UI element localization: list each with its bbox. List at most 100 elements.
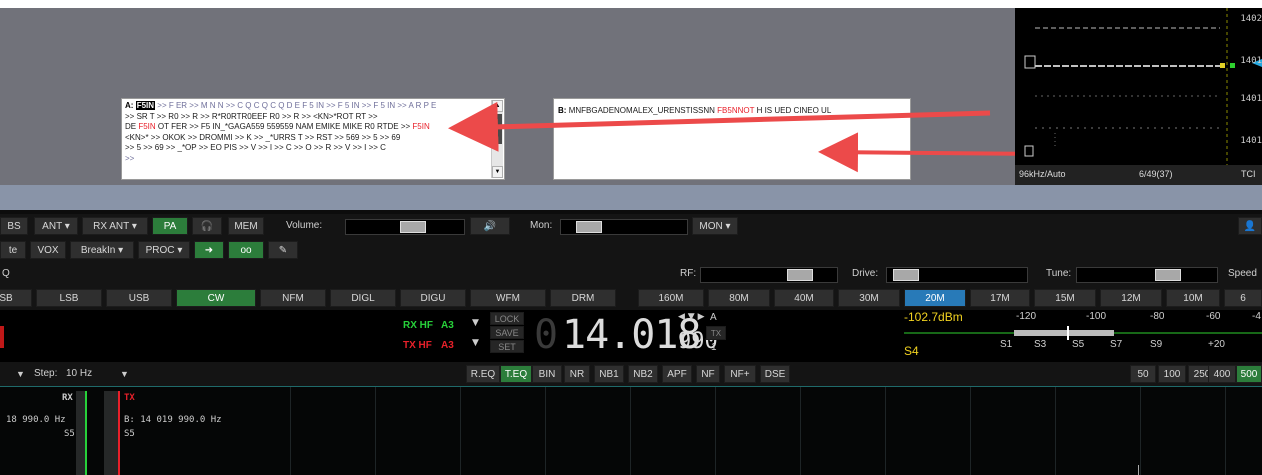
mem-button[interactable]: MEM — [228, 217, 264, 235]
dsp-apf[interactable]: APF — [662, 365, 692, 383]
panadapter-display[interactable]: 1402 1401 1401 1401 — [1015, 8, 1262, 165]
mode-wfm[interactable]: WFM — [470, 289, 546, 307]
pin-icon[interactable]: ✎ — [268, 241, 298, 259]
meter-plus20: +20 — [1208, 339, 1225, 350]
mode-sb[interactable]: SB — [0, 289, 32, 307]
meter-top-100: -100 — [1086, 311, 1107, 322]
spectrum-display[interactable]: RX TX 18 990.0 Hz S5 B: 14 019 990.0 Hz … — [0, 386, 1262, 475]
band-40m[interactable]: 40M — [774, 289, 834, 307]
tx-ant-dropdown-icon[interactable]: ▼ — [472, 338, 479, 348]
speed-label: Speed — [1228, 268, 1257, 279]
dsp-req[interactable]: R.EQ — [466, 365, 500, 383]
loop-icon[interactable]: ➜ — [194, 241, 224, 259]
band-20m[interactable]: 20M — [904, 289, 966, 307]
pan-counter: 6/49(37) — [1139, 169, 1173, 179]
step-dropdown-icon[interactable]: ▼ — [120, 365, 129, 383]
dsp-teq[interactable]: T.EQ — [500, 365, 532, 383]
band-30m[interactable]: 30M — [838, 289, 900, 307]
control-row-3: Q RF: Drive: Tune: Speed — [0, 262, 1262, 286]
set-button[interactable]: SET — [490, 340, 524, 353]
user-icon[interactable]: 👤 — [1238, 217, 1262, 235]
meter-s1: S1 — [1000, 339, 1013, 350]
mode-nfm[interactable]: NFM — [260, 289, 326, 307]
mute-button[interactable]: te — [0, 241, 26, 259]
save-button[interactable]: SAVE — [490, 326, 524, 339]
tape-icon[interactable]: oo — [228, 241, 264, 259]
mode-cw[interactable]: CW — [176, 289, 256, 307]
filter-500[interactable]: 500 — [1236, 365, 1262, 383]
mode-lsb[interactable]: LSB — [36, 289, 102, 307]
filter-400[interactable]: 400 — [1208, 365, 1236, 383]
dsp-dse[interactable]: DSE — [760, 365, 790, 383]
mon-slider[interactable] — [560, 219, 688, 235]
dsp-nb2[interactable]: NB2 — [628, 365, 658, 383]
volume-slider[interactable] — [345, 219, 465, 235]
speaker-icon[interactable]: 🔊 — [470, 217, 510, 235]
pan-tick-4: 1401 — [1240, 136, 1262, 146]
mon-dropdown[interactable]: MON — [692, 217, 738, 235]
mon-knob[interactable] — [576, 221, 602, 233]
step-arrow-icon[interactable]: ▼ — [16, 365, 25, 383]
rx-frequency: 18 990.0 Hz — [6, 415, 66, 425]
breakin-dropdown[interactable]: BreakIn — [70, 241, 134, 259]
meter-top-80: -80 — [1150, 311, 1165, 322]
dsp-nb1[interactable]: NB1 — [594, 365, 624, 383]
meter-dbm: -102.7dBm — [904, 310, 963, 324]
band-10m[interactable]: 10M — [1166, 289, 1220, 307]
band-15m[interactable]: 15M — [1034, 289, 1096, 307]
tx-passband — [104, 391, 118, 475]
vox-button[interactable]: VOX — [30, 241, 66, 259]
rf-slider[interactable] — [700, 267, 838, 283]
tune-slider[interactable] — [1076, 267, 1218, 283]
mode-drm[interactable]: DRM — [550, 289, 616, 307]
dsp-row: ▼ Step: 10 Hz ▼ R.EQ T.EQ BIN NR NB1 NB2… — [0, 362, 1262, 386]
control-row-1: BS ANT RX ANT PA 🎧 MEM Volume: 🔊 Mon: MO… — [0, 214, 1262, 238]
filter-50[interactable]: 50 — [1130, 365, 1156, 383]
tx-hf-label: TX HF — [403, 340, 432, 351]
ant-dropdown[interactable]: ANT — [34, 217, 78, 235]
headphones-icon[interactable]: 🎧 — [192, 217, 222, 235]
tx-badge[interactable]: TX — [706, 326, 726, 340]
band-160m[interactable]: 160M — [638, 289, 704, 307]
dsp-nr[interactable]: NR — [564, 365, 590, 383]
meter-s9: S9 — [1150, 339, 1163, 350]
meter-s5: S5 — [1072, 339, 1085, 350]
pan-tick-3: 1401 — [1240, 94, 1262, 104]
band-6m[interactable]: 6 — [1224, 289, 1262, 307]
filter-100[interactable]: 100 — [1158, 365, 1186, 383]
rx-ant-dropdown[interactable]: RX ANT — [82, 217, 148, 235]
band-80m[interactable]: 80M — [708, 289, 770, 307]
rf-label: RF: — [680, 268, 697, 279]
tx-marker[interactable] — [118, 391, 120, 475]
vfo-letter: A — [710, 312, 717, 323]
meter-s7: S7 — [1110, 339, 1123, 350]
mode-digl[interactable]: DIGL — [330, 289, 396, 307]
control-row-2: te VOX BreakIn PROC ➜ oo ✎ — [0, 238, 1262, 262]
band-12m[interactable]: 12M — [1100, 289, 1162, 307]
spectrum-tick — [1138, 465, 1139, 475]
dsp-bin[interactable]: BIN — [532, 365, 562, 383]
band-17m[interactable]: 17M — [970, 289, 1030, 307]
step-value[interactable]: 10 Hz — [66, 365, 92, 383]
tx-label: TX — [124, 393, 135, 403]
panadapter-trace — [1024, 8, 1262, 165]
rx-ant-dropdown-icon[interactable]: ▼ — [472, 318, 479, 328]
proc-dropdown[interactable]: PROC — [138, 241, 190, 259]
bs-button[interactable]: BS — [0, 217, 28, 235]
meter-s3: S3 — [1034, 339, 1047, 350]
tune-knob[interactable] — [1155, 269, 1181, 281]
dsp-nf[interactable]: NF — [696, 365, 720, 383]
drive-slider[interactable] — [886, 267, 1028, 283]
vfo-marker — [0, 326, 4, 348]
drive-knob[interactable] — [893, 269, 919, 281]
mode-usb[interactable]: USB — [106, 289, 172, 307]
rf-knob[interactable] — [787, 269, 813, 281]
vfo-arrows-icon[interactable]: ◀ ▼ ▶ — [678, 312, 705, 322]
arrow-to-window-b — [818, 132, 1046, 173]
pa-button[interactable]: PA — [152, 217, 188, 235]
volume-knob[interactable] — [400, 221, 426, 233]
rx-marker[interactable] — [85, 391, 87, 475]
dsp-nfplus[interactable]: NF+ — [724, 365, 756, 383]
lock-button[interactable]: LOCK — [490, 312, 524, 325]
mode-digu[interactable]: DIGU — [400, 289, 466, 307]
